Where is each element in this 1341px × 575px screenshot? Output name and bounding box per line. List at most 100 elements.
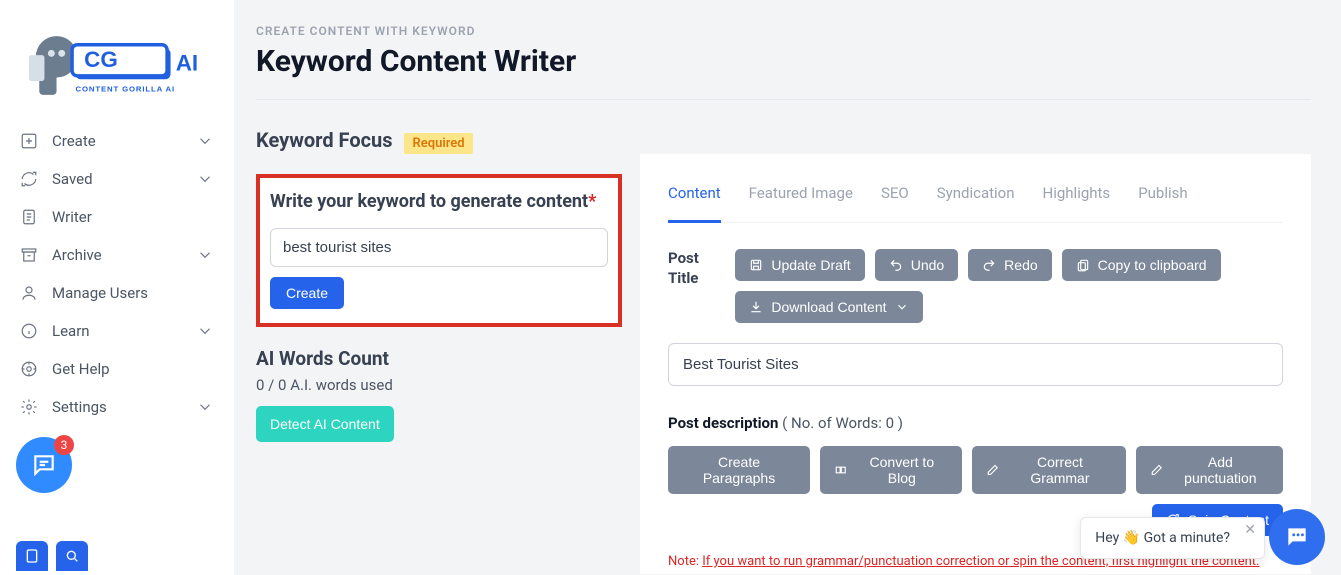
chevron-down-icon (196, 398, 214, 416)
sidebar-item-label: Settings (52, 398, 107, 416)
create-paragraphs-button[interactable]: Create Paragraphs (668, 446, 810, 494)
create-button[interactable]: Create (270, 277, 344, 309)
btn-label: Correct Grammar (1008, 454, 1113, 486)
keyword-input[interactable] (270, 228, 608, 267)
undo-icon (889, 258, 903, 272)
post-desc-count: ( No. of Words: 0 ) (782, 414, 903, 432)
note-prefix: Note: (668, 554, 702, 569)
search-icon (64, 548, 80, 564)
content-panel: Content Featured Image SEO Syndication H… (640, 154, 1311, 574)
logo-initials: CG (84, 47, 118, 72)
detect-ai-button[interactable]: Detect AI Content (256, 406, 394, 442)
undo-button[interactable]: Undo (875, 249, 958, 281)
document-icon (20, 208, 38, 226)
chevron-down-icon (196, 132, 214, 150)
chevron-down-icon (196, 322, 214, 340)
pencil-icon (1150, 463, 1163, 477)
btn-label: Convert to Blog (855, 454, 948, 486)
help-icon (20, 360, 38, 378)
redo-icon (982, 258, 996, 272)
desc-actions: Create Paragraphs Convert to Blog Correc… (668, 446, 1283, 494)
btn-label: Copy to clipboard (1098, 257, 1207, 273)
tab-syndication[interactable]: Syndication (937, 174, 1015, 222)
keyword-focus-label: Keyword Focus (256, 128, 393, 152)
copy-button[interactable]: Copy to clipboard (1062, 249, 1221, 281)
chat-launcher-left[interactable]: 3 (16, 437, 72, 493)
info-icon (20, 322, 38, 340)
ai-words-card: AI Words Count 0 / 0 A.I. words used Det… (256, 347, 622, 442)
logo-brand-name: CONTENT GORILLA AI (76, 84, 176, 93)
convert-blog-button[interactable]: Convert to Blog (820, 446, 962, 494)
sidebar-item-manage-users[interactable]: Manage Users (0, 274, 234, 312)
sidebar-item-saved[interactable]: Saved (0, 160, 234, 198)
btn-label: Undo (911, 257, 944, 273)
update-draft-button[interactable]: Update Draft (735, 249, 864, 281)
mini-document-button[interactable] (16, 541, 48, 571)
sidebar-item-settings[interactable]: Settings (0, 388, 234, 426)
post-desc-heading: Post description ( No. of Words: 0 ) (668, 414, 1283, 432)
btn-label: Update Draft (771, 257, 850, 273)
download-icon (749, 300, 763, 314)
chat-badge: 3 (54, 435, 74, 455)
toast-text: Hey 👋 Got a minute? (1095, 530, 1230, 546)
convert-icon (834, 463, 847, 477)
chevron-down-icon (895, 300, 909, 314)
sidebar-item-label: Manage Users (52, 284, 148, 302)
post-title-input[interactable] (668, 343, 1283, 386)
gear-icon (20, 398, 38, 416)
ai-words-sub: 0 / 0 A.I. words used (256, 376, 622, 394)
chat-toast[interactable]: Hey 👋 Got a minute? ✕ (1080, 517, 1265, 559)
left-column: Write your keyword to generate content* … (256, 154, 622, 574)
sidebar-item-label: Writer (52, 208, 92, 226)
tab-bar: Content Featured Image SEO Syndication H… (668, 174, 1283, 223)
sidebar-item-label: Get Help (52, 360, 110, 378)
btn-label: Add punctuation (1172, 454, 1269, 486)
chevron-down-icon (196, 170, 214, 188)
keyword-input-card: Write your keyword to generate content* … (256, 174, 622, 327)
archive-icon (20, 246, 38, 264)
save-icon (749, 258, 763, 272)
document-icon (24, 548, 40, 564)
brand-logo-svg: CG AI CONTENT GORILLA AI (22, 22, 212, 102)
sidebar-item-label: Create (52, 132, 96, 150)
post-title-label: Post Title (668, 249, 711, 288)
sidebar-item-writer[interactable]: Writer (0, 198, 234, 236)
speech-icon (1284, 524, 1310, 550)
brand-logo: CG AI CONTENT GORILLA AI (0, 12, 234, 112)
chat-icon (31, 452, 57, 478)
correct-grammar-button[interactable]: Correct Grammar (972, 446, 1126, 494)
page-eyebrow: CREATE CONTENT WITH KEYWORD (256, 24, 1311, 38)
sidebar-item-label: Archive (52, 246, 102, 264)
sidebar-item-archive[interactable]: Archive (0, 236, 234, 274)
chevron-down-icon (196, 246, 214, 264)
redo-button[interactable]: Redo (968, 249, 1051, 281)
user-icon (20, 284, 38, 302)
sidebar-item-learn[interactable]: Learn (0, 312, 234, 350)
sidebar-item-label: Saved (52, 170, 93, 188)
title-actions: Update Draft Undo Redo Copy to clipboard (735, 249, 1283, 323)
close-icon[interactable]: ✕ (1244, 522, 1256, 538)
sidebar-item-get-help[interactable]: Get Help (0, 350, 234, 388)
tab-content[interactable]: Content (668, 174, 721, 223)
tab-seo[interactable]: SEO (881, 174, 909, 222)
clipboard-icon (1076, 258, 1090, 272)
mini-search-button[interactable] (56, 541, 88, 571)
ai-words-title: AI Words Count (256, 347, 622, 370)
download-button[interactable]: Download Content (735, 291, 922, 323)
required-star: * (588, 191, 596, 212)
sidebar-item-create[interactable]: Create (0, 122, 234, 160)
main: CREATE CONTENT WITH KEYWORD Keyword Cont… (234, 0, 1341, 575)
btn-label: Download Content (771, 299, 886, 315)
tab-featured-image[interactable]: Featured Image (749, 174, 853, 222)
post-desc-label: Post description (668, 414, 778, 432)
sidebar-item-label: Learn (52, 322, 90, 340)
page-title: Keyword Content Writer (256, 44, 1311, 79)
add-punctuation-button[interactable]: Add punctuation (1136, 446, 1283, 494)
plus-box-icon (20, 132, 38, 150)
tab-highlights[interactable]: Highlights (1043, 174, 1111, 222)
keyword-prompt-label: Write your keyword to generate content* (270, 190, 608, 214)
refresh-icon (20, 170, 38, 188)
divider (256, 99, 1311, 100)
chat-launcher-right[interactable] (1269, 509, 1325, 565)
tab-publish[interactable]: Publish (1138, 174, 1187, 222)
